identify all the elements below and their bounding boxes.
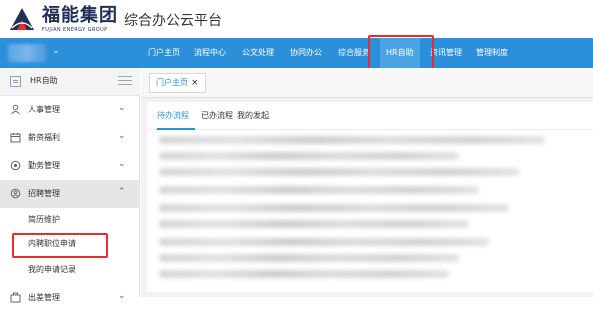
sidebar-subitem-resume[interactable]: 简历维护: [0, 208, 140, 232]
top-nav: ⌄ 门户主页 流程中心 公文处理 协同办公 综合服务 HR自助 资讯管理 管理制…: [0, 38, 593, 68]
briefcase-icon: [10, 292, 21, 303]
sidebar-item-recruitment[interactable]: 招聘管理 ⌃: [0, 180, 140, 208]
sidebar-subitem-label: 我的申请记录: [28, 265, 76, 274]
chevron-down-icon: ⌄: [118, 291, 126, 301]
sidebar-item-label: 出差管理: [28, 293, 60, 302]
tab-divider: [147, 129, 593, 130]
tab-completed[interactable]: 已办流程: [201, 110, 233, 121]
tab-label: 门户主页: [156, 78, 188, 87]
sidebar: HR自助 人事管理 ⌄ 薪资福利 ⌄ 勤务管理 ⌄ 招聘管理 ⌃ 简历维护 内聘…: [0, 68, 140, 303]
sidebar-subitem-my-applications[interactable]: 我的申请记录: [0, 258, 140, 282]
calendar-icon: [10, 132, 21, 143]
sidebar-subitem-label: 简历维护: [28, 215, 60, 224]
hr-module-icon: [10, 76, 21, 87]
sidebar-item-label: 招聘管理: [28, 189, 60, 198]
list-item[interactable]: [159, 254, 459, 262]
fujian-energy-logo-icon: [10, 8, 34, 30]
brand-english: FUJIAN ENERGY GROUP: [42, 27, 108, 33]
sidebar-item-label: 薪资福利: [28, 133, 60, 142]
list-item[interactable]: [159, 152, 459, 160]
brand-block: 福能集团 FUJIAN ENERGY GROUP: [42, 5, 118, 34]
list-item[interactable]: [159, 186, 479, 194]
list-item[interactable]: [159, 168, 519, 176]
list-item[interactable]: [159, 204, 509, 212]
tab-pending[interactable]: 待办流程: [157, 110, 189, 121]
list-item[interactable]: [159, 238, 489, 246]
nav-item-services[interactable]: 综合服务: [338, 38, 370, 68]
sidebar-item-personnel[interactable]: 人事管理 ⌄: [0, 96, 140, 124]
chevron-down-icon: ⌄: [118, 103, 126, 113]
main-content: 门户主页 × 待办流程 已办流程 我的发起: [141, 68, 593, 297]
user-avatar[interactable]: [8, 44, 46, 62]
nav-item-portal[interactable]: 门户主页: [148, 38, 180, 68]
sidebar-item-attendance[interactable]: 勤务管理 ⌄: [0, 152, 140, 180]
user-menu-chevron-icon[interactable]: ⌄: [52, 46, 60, 56]
sidebar-collapse-icon[interactable]: [118, 76, 132, 87]
app-header: 福能集团 FUJIAN ENERGY GROUP 综合办公云平台: [0, 0, 593, 38]
close-icon[interactable]: ×: [191, 78, 199, 88]
chevron-up-icon: ⌃: [118, 187, 126, 197]
nav-item-news[interactable]: 资讯管理: [430, 38, 462, 68]
sidebar-header-label: HR自助: [30, 76, 58, 85]
sidebar-item-business-trip[interactable]: 出差管理 ⌄: [0, 284, 140, 312]
chevron-down-icon: ⌄: [118, 131, 126, 141]
nav-item-documents[interactable]: 公文处理: [242, 38, 274, 68]
person-icon: [10, 104, 21, 115]
list-item[interactable]: [159, 136, 545, 144]
nav-item-hr-self-service[interactable]: HR自助: [380, 38, 420, 68]
sidebar-subitem-label: 内聘职位申请: [28, 239, 76, 248]
nav-item-workflow[interactable]: 流程中心: [194, 38, 226, 68]
sidebar-item-label: 勤务管理: [28, 161, 60, 170]
nav-item-policies[interactable]: 管理制度: [476, 38, 508, 68]
sidebar-subitem-internal-job-application[interactable]: 内聘职位申请: [0, 232, 140, 256]
brand-name: 福能集团: [42, 5, 118, 26]
chevron-down-icon: ⌄: [118, 159, 126, 169]
sidebar-item-label: 人事管理: [28, 105, 60, 114]
clock-icon: [10, 160, 21, 171]
recruit-icon: [10, 188, 21, 199]
tab-initiated[interactable]: 我的发起: [237, 110, 269, 121]
sidebar-item-salary[interactable]: 薪资福利 ⌄: [0, 124, 140, 152]
platform-title: 综合办公云平台: [124, 13, 222, 29]
page-tabstrip: 门户主页 ×: [141, 68, 593, 98]
nav-item-collaboration[interactable]: 协同办公: [290, 38, 322, 68]
active-tab-indicator: [157, 128, 195, 130]
tab-portal-home[interactable]: 门户主页 ×: [149, 73, 206, 93]
sidebar-header: HR自助: [0, 68, 140, 96]
workflow-panel: 待办流程 已办流程 我的发起: [147, 102, 593, 292]
list-item[interactable]: [159, 270, 449, 278]
list-item[interactable]: [159, 220, 469, 228]
